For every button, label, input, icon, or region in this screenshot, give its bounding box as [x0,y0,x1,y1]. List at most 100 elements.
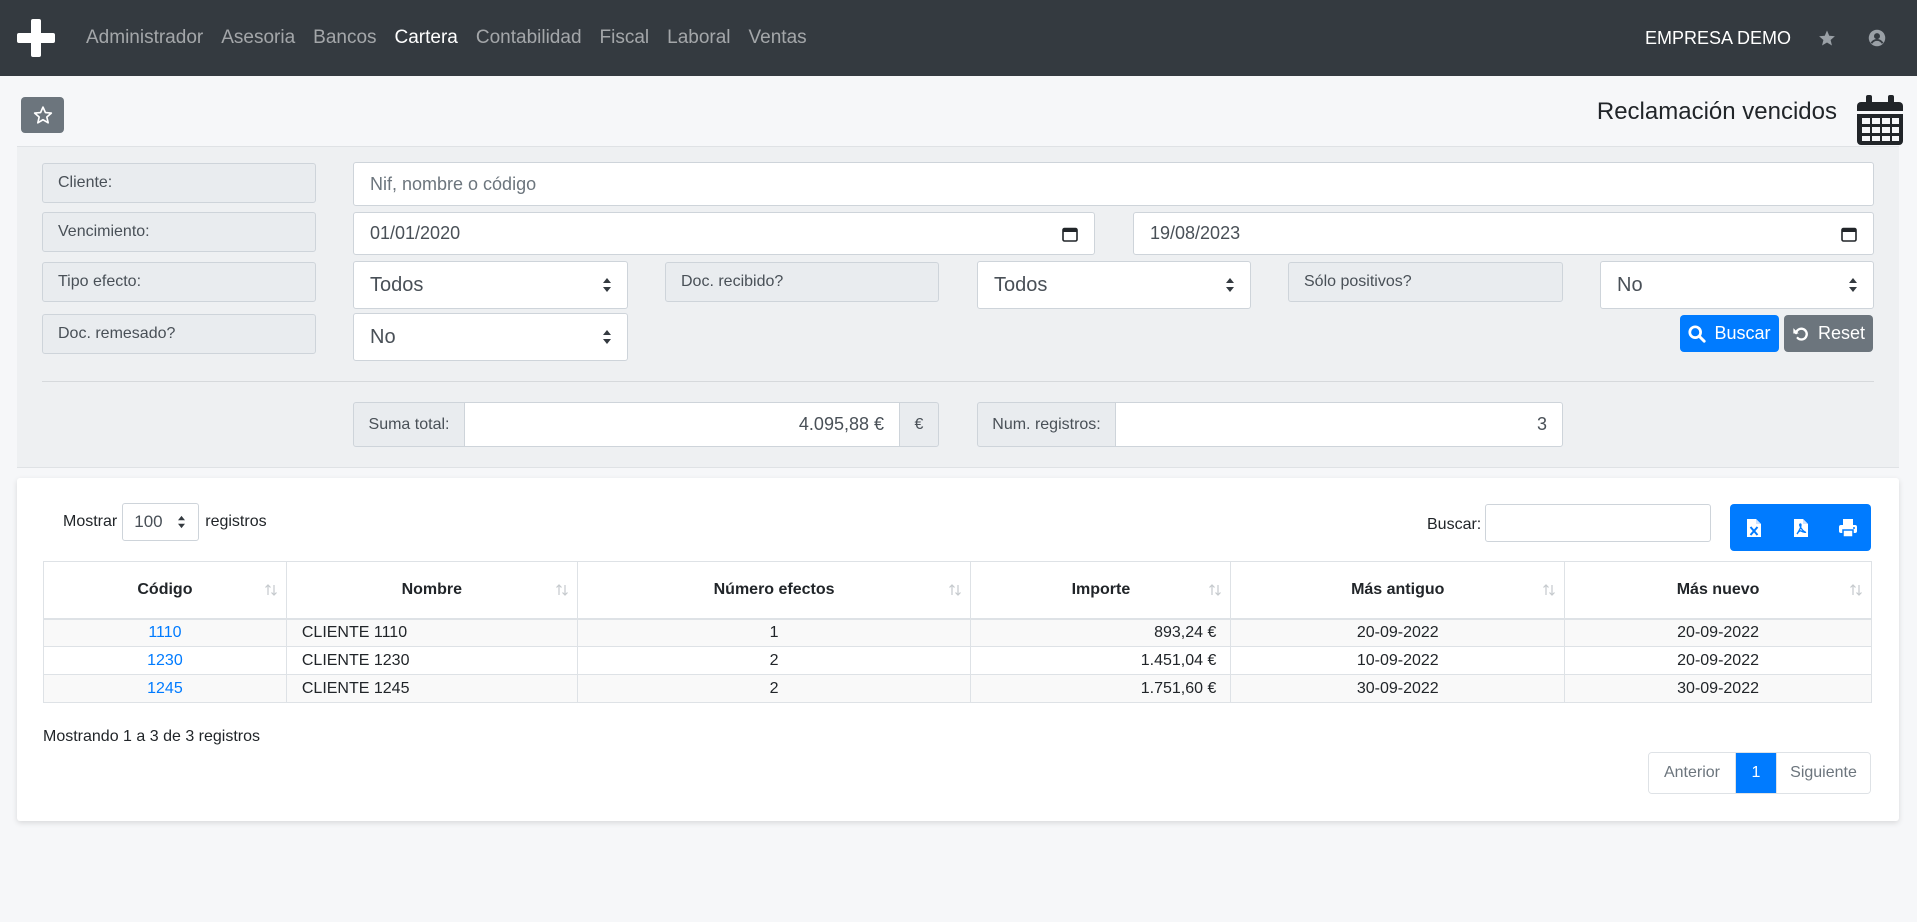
num-registros-label: Num. registros: [977,402,1116,447]
solo-positivos-label: Sólo positivos? [1288,262,1563,302]
favorite-button[interactable] [21,97,64,133]
star-outline-icon [33,106,52,124]
cell-codigo: 1245 [43,674,287,703]
results-table: Código Nombre Número efectos Importe Más… [43,561,1872,703]
nav-item-fiscal[interactable]: Fiscal [591,27,659,49]
tipo-efecto-label: Tipo efecto: [42,262,316,302]
doc-remesado-value: No [370,325,396,348]
client-code-link[interactable]: 1245 [147,680,183,697]
pagination-next[interactable]: Siguiente [1776,753,1870,793]
doc-remesado-label: Doc. remesado? [42,314,316,354]
calendar-icon [1857,95,1903,145]
table-row: 1230 CLIENTE 1230 2 1.451,04 € 10-09-202… [43,646,1872,675]
nav-item-laboral[interactable]: Laboral [658,27,739,49]
pdf-icon [1793,518,1808,537]
cell-mas-nuevo: 30-09-2022 [1564,674,1872,703]
cell-numero-efectos: 2 [576,674,972,703]
page-title: Reclamación vencidos [1596,98,1837,125]
nav-item-asesoria[interactable]: Asesoria [212,27,304,49]
nav-item-cartera[interactable]: Cartera [386,27,467,49]
cell-importe: 893,24 € [970,618,1232,647]
cliente-input[interactable]: Nif, nombre o código [353,162,1874,206]
column-header-label: Número efectos [713,580,835,598]
tipo-efecto-value: Todos [370,273,424,296]
cell-mas-nuevo: 20-09-2022 [1564,618,1872,647]
client-code-link[interactable]: 1230 [147,652,183,669]
nav-item-contabilidad[interactable]: Contabilidad [467,27,591,49]
company-name[interactable]: EMPRESA DEMO [1645,28,1791,49]
page-length-value: 100 [134,512,163,531]
nav-item-ventas[interactable]: Ventas [740,27,816,49]
sort-icon [1209,583,1222,596]
calendar-picker-icon[interactable] [1062,226,1078,242]
show-suffix: registros [205,513,267,530]
buscar-label: Buscar [1714,323,1771,343]
cell-mas-antiguo: 10-09-2022 [1230,646,1566,675]
print-icon [1838,518,1857,538]
column-header-label: Importe [1071,580,1131,598]
column-header-mas-nuevo[interactable]: Más nuevo [1564,561,1872,620]
table-row: 1245 CLIENTE 1245 2 1.751,60 € 30-09-202… [43,674,1872,703]
column-header-label: Nombre [401,580,463,598]
sort-icon [1543,583,1556,596]
navbar-right: EMPRESA DEMO [1645,0,1917,76]
vencimiento-desde-value: 01/01/2020 [370,223,461,243]
select-arrows-icon [1849,278,1857,292]
sort-icon [555,583,568,596]
plus-logo-icon[interactable] [17,19,55,57]
tipo-efecto-select[interactable]: Todos [353,261,628,309]
buscar-button[interactable]: Buscar [1680,315,1779,352]
solo-positivos-select[interactable]: No [1600,261,1874,309]
column-header-nombre[interactable]: Nombre [285,561,578,620]
vencimiento-hasta-value: 19/08/2023 [1150,223,1241,243]
vencimiento-desde-input[interactable]: 01/01/2020 [353,212,1095,255]
doc-recibido-value: Todos [994,273,1048,296]
calendar-picker-icon[interactable] [1841,226,1857,242]
cell-numero-efectos: 1 [576,618,972,647]
suma-total-value: 4.095,88 € [464,402,900,447]
select-arrows-icon [1226,278,1234,292]
nav-item-bancos[interactable]: Bancos [304,27,385,49]
sort-icon [949,583,962,596]
divider [42,381,1874,382]
suma-total-label: Suma total: [353,402,465,447]
show-prefix: Mostrar [63,513,118,530]
column-header-importe[interactable]: Importe [970,561,1232,620]
pagination-previous[interactable]: Anterior [1649,753,1736,793]
doc-recibido-select[interactable]: Todos [977,261,1251,309]
column-header-codigo[interactable]: Código [43,561,287,620]
cell-importe: 1.451,04 € [970,646,1232,675]
sort-icon [1850,583,1862,596]
cell-importe: 1.751,60 € [970,674,1232,703]
num-registros-value: 3 [1115,402,1563,447]
user-icon[interactable] [1867,28,1887,48]
cell-codigo: 1230 [43,646,287,675]
vencimiento-hasta-input[interactable]: 19/08/2023 [1133,212,1874,255]
excel-export-button[interactable] [1730,504,1777,551]
pagination-page-1[interactable]: 1 [1736,753,1776,793]
doc-remesado-select[interactable]: No [353,313,628,361]
table-header-row: Código Nombre Número efectos Importe Más… [43,561,1872,620]
table-row: 1110 CLIENTE 1110 1 893,24 € 20-09-2022 … [43,618,1872,647]
sort-icon [264,583,277,596]
column-header-mas-antiguo[interactable]: Más antiguo [1230,561,1566,620]
select-arrows-icon [603,330,611,344]
excel-icon [1746,518,1761,537]
pdf-export-button[interactable] [1777,504,1824,551]
cell-nombre: CLIENTE 1245 [285,674,578,703]
cell-mas-antiguo: 20-09-2022 [1230,618,1566,647]
reset-button[interactable]: Reset [1784,315,1873,352]
page-length-select[interactable]: 100 [122,503,200,541]
doc-recibido-label: Doc. recibido? [665,262,939,302]
table-search-input[interactable] [1485,504,1711,542]
search-icon [1688,324,1707,343]
cell-codigo: 1110 [43,618,287,647]
column-header-numero-efectos[interactable]: Número efectos [576,561,972,620]
client-code-link[interactable]: 1110 [148,624,181,641]
cell-mas-antiguo: 30-09-2022 [1230,674,1566,703]
print-button[interactable] [1824,504,1871,551]
solo-positivos-value: No [1617,273,1643,296]
nav-item-administrador[interactable]: Administrador [77,27,212,49]
table-info: Mostrando 1 a 3 de 3 registros [43,728,261,745]
star-icon[interactable] [1817,28,1837,48]
